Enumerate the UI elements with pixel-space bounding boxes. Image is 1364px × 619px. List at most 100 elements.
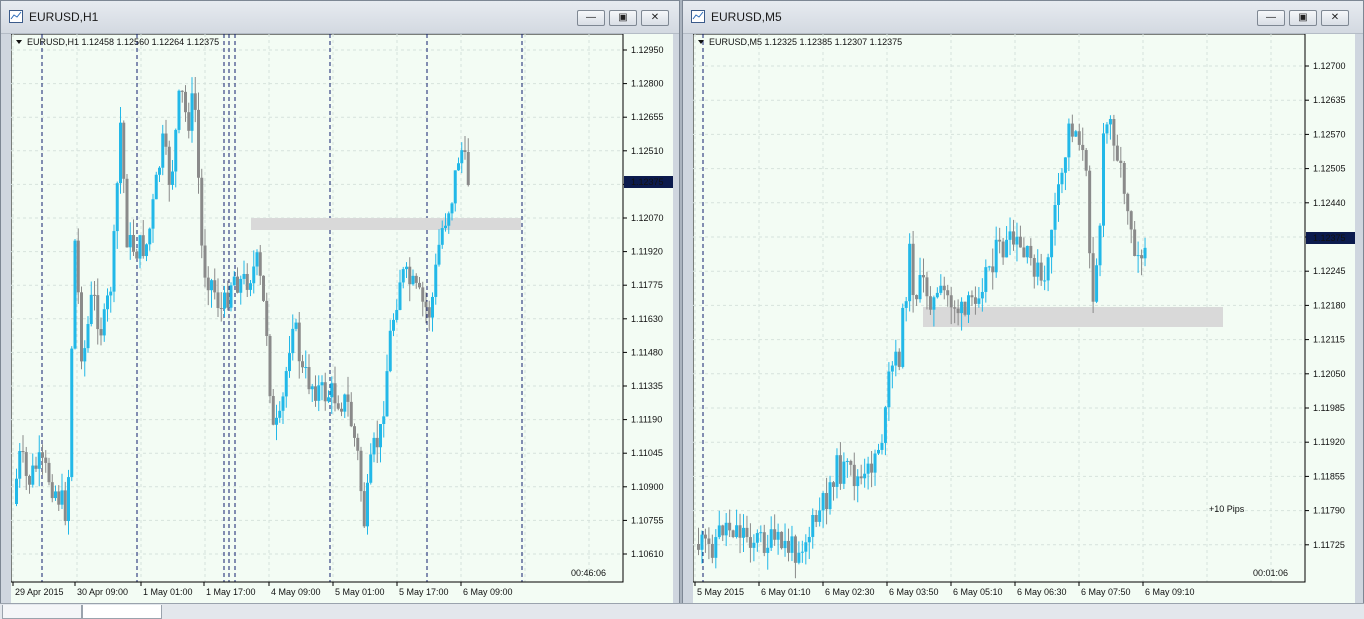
candle-body	[793, 536, 797, 563]
title-bar[interactable]: EURUSD,H1 — ▣ ✕	[1, 1, 679, 34]
candle-body	[1098, 225, 1102, 266]
candle-body	[333, 383, 337, 404]
candle-body	[109, 291, 113, 296]
candle-body	[773, 529, 777, 540]
candle-body	[911, 243, 915, 296]
candle-body	[738, 525, 742, 538]
x-tick-label: 4 May 09:00	[271, 587, 321, 597]
candle-body	[787, 540, 790, 553]
candle-body	[894, 351, 898, 366]
candle-body	[935, 292, 939, 298]
title-bar[interactable]: EURUSD,M5 — ▣ ✕	[683, 1, 1363, 34]
candle-body	[437, 244, 441, 265]
candle-body	[180, 90, 184, 92]
candle-body	[735, 525, 739, 537]
candle-body	[880, 442, 884, 450]
candle-body	[1067, 123, 1071, 158]
minimize-button[interactable]: —	[577, 10, 605, 26]
candle-body	[125, 178, 129, 248]
y-tick-label: 1.11725	[1313, 540, 1345, 550]
candle-body	[76, 240, 80, 293]
candle-body	[431, 296, 434, 318]
chart-tab-strip	[0, 603, 1364, 619]
candle-body	[86, 324, 90, 349]
candle-body	[759, 532, 763, 534]
candlestick-chart-h1[interactable]: EURUSD,H1 1.12458 1.12560 1.12264 1.1237…	[11, 34, 673, 604]
y-tick-label: 1.12700	[1313, 61, 1346, 71]
candle-body	[330, 383, 334, 398]
candle-body	[366, 482, 369, 527]
candle-body	[44, 457, 48, 463]
candle-body	[1060, 172, 1064, 185]
candle-body	[310, 386, 314, 390]
restore-button[interactable]: ▣	[1289, 10, 1317, 26]
candle-body	[922, 274, 925, 278]
candle-body	[890, 365, 894, 372]
candle-body	[427, 307, 431, 318]
candle-body	[99, 329, 103, 336]
pips-annotation: +10 Pips	[1209, 504, 1245, 514]
candle-body	[838, 455, 842, 484]
price-chart[interactable]: EURUSD,H1 1.12458 1.12560 1.12264 1.1237…	[11, 34, 673, 604]
x-tick-label: 6 May 09:00	[463, 587, 513, 597]
candle-body	[790, 536, 794, 553]
x-tick-label: 6 May 06:30	[1017, 587, 1067, 597]
candle-body	[18, 451, 22, 479]
candle-body	[375, 437, 379, 448]
candle-body	[242, 273, 246, 279]
candle-body	[271, 396, 275, 425]
candle-body	[717, 525, 721, 538]
close-button[interactable]: ✕	[1321, 10, 1349, 26]
candle-body	[776, 531, 780, 540]
close-button[interactable]: ✕	[641, 10, 669, 26]
candle-body	[47, 462, 51, 483]
chart-tab[interactable]	[82, 605, 162, 619]
y-tick-label: 1.12180	[1313, 300, 1346, 310]
chart-window-m5[interactable]: EURUSD,M5 — ▣ ✕ EURUSD,M5 1.12325 1.1238…	[682, 0, 1364, 618]
candle-body	[1084, 150, 1088, 171]
restore-button[interactable]: ▣	[609, 10, 637, 26]
candle-body	[353, 426, 356, 438]
candle-body	[939, 285, 943, 293]
x-tick-label: 1 May 17:00	[206, 587, 256, 597]
candle-body	[783, 540, 787, 549]
candle-body	[187, 112, 191, 131]
candle-body	[956, 308, 960, 314]
candle-body	[973, 297, 977, 304]
candle-body	[724, 522, 728, 536]
candle-body	[15, 478, 18, 504]
x-tick-label: 29 Apr 2015	[15, 587, 64, 597]
candle-body	[444, 225, 447, 229]
candlestick-chart-m5[interactable]: EURUSD,M5 1.12325 1.12385 1.12307 1.1237…	[693, 34, 1355, 604]
x-tick-label: 1 May 01:00	[143, 587, 193, 597]
candle-body	[177, 90, 181, 130]
candle-body	[200, 177, 204, 246]
y-tick-label: 1.12510	[631, 146, 664, 156]
candle-body	[904, 301, 908, 308]
candle-body	[752, 542, 756, 548]
candle-body	[870, 463, 874, 473]
candle-body	[766, 547, 770, 553]
candle-body	[63, 490, 67, 522]
candle-body	[863, 473, 867, 479]
candle-body	[128, 235, 132, 248]
chart-window-icon	[9, 10, 23, 23]
candle-body	[193, 93, 197, 110]
minimize-button[interactable]: —	[1257, 10, 1285, 26]
candle-body	[1091, 253, 1095, 302]
candle-body	[1046, 257, 1050, 281]
candle-body	[859, 476, 863, 479]
candle-body	[83, 348, 87, 362]
candle-body	[804, 542, 808, 552]
candle-body	[57, 491, 61, 505]
candle-body	[164, 133, 168, 147]
price-chart[interactable]: EURUSD,M5 1.12325 1.12385 1.12307 1.1237…	[693, 34, 1355, 604]
candle-body	[161, 133, 165, 168]
candle-body	[379, 424, 382, 448]
candle-body	[825, 493, 829, 510]
candle-body	[307, 367, 311, 390]
candle-body	[336, 403, 340, 409]
chart-tab[interactable]	[2, 605, 82, 619]
candle-body	[284, 371, 288, 397]
chart-window-h1[interactable]: EURUSD,H1 — ▣ ✕ EURUSD,H1 1.12458 1.1256…	[0, 0, 680, 618]
